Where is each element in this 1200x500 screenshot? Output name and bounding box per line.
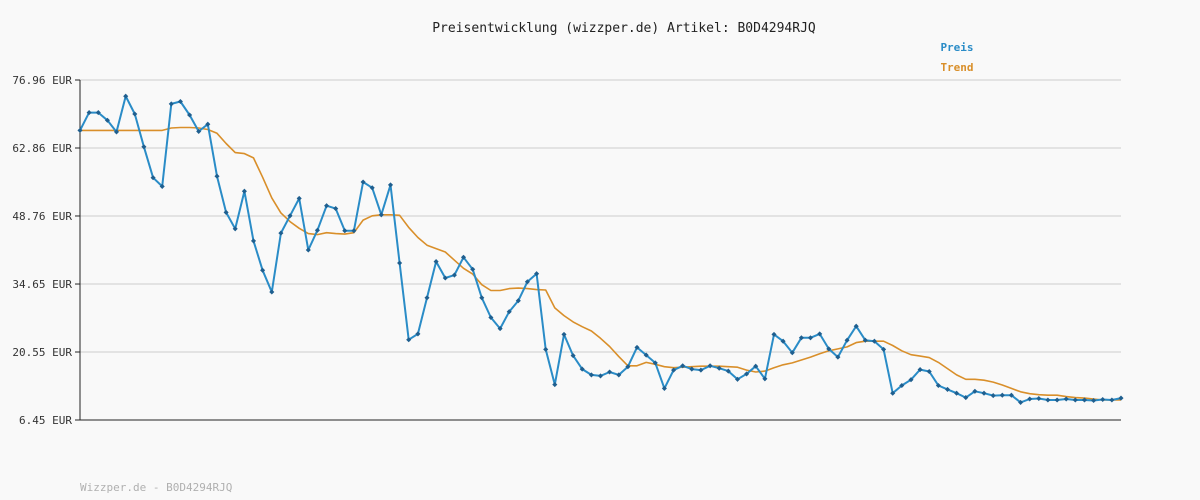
data-point	[241, 188, 247, 194]
y-axis-ticks: 76.96 EUR 62.86 EUR 48.76 EUR 34.65 EUR 20.5…	[12, 74, 80, 427]
data-point	[1109, 397, 1115, 403]
legend-trend: Trend	[940, 61, 973, 74]
data-point	[168, 101, 174, 107]
data-point	[387, 182, 394, 188]
y-tick-label: 48.76 EUR	[12, 210, 72, 223]
data-point	[1054, 397, 1060, 403]
data-point	[999, 392, 1005, 398]
data-point	[397, 260, 403, 266]
series-layer	[77, 93, 1124, 405]
price-chart: Preisentwicklung (wizzper.de) Artikel: B…	[0, 0, 1200, 500]
data-point	[1036, 395, 1042, 402]
data-point	[1027, 396, 1033, 402]
y-tick-label: 34.65 EUR	[12, 278, 72, 291]
legend-preis: Preis	[940, 41, 973, 54]
chart-title: Preisentwicklung (wizzper.de) Artikel: B…	[432, 21, 816, 36]
y-tick-label: 20.55 EUR	[12, 346, 72, 359]
y-tick-label: 62.86 EUR	[12, 142, 72, 155]
y-tick-label: 76.96 EUR	[12, 74, 72, 87]
data-point	[552, 382, 558, 388]
y-tick-label: 6.45 EUR	[19, 414, 72, 427]
data-point	[324, 203, 330, 209]
footer-source: Wizzper.de - B0D4294RJQ	[80, 481, 232, 494]
data-point	[981, 390, 987, 396]
data-point	[250, 238, 257, 244]
series-line-preis	[79, 95, 1122, 404]
data-point	[424, 295, 430, 301]
data-point	[990, 393, 996, 399]
data-point	[1100, 396, 1106, 403]
data-point	[1045, 397, 1051, 403]
gridlines	[80, 79, 1121, 353]
chart-canvas: Preisentwicklung (wizzper.de) Artikel: B…	[12, 21, 1124, 494]
data-point	[543, 346, 549, 352]
data-point	[214, 173, 220, 179]
series-line-trend	[80, 126, 1121, 401]
